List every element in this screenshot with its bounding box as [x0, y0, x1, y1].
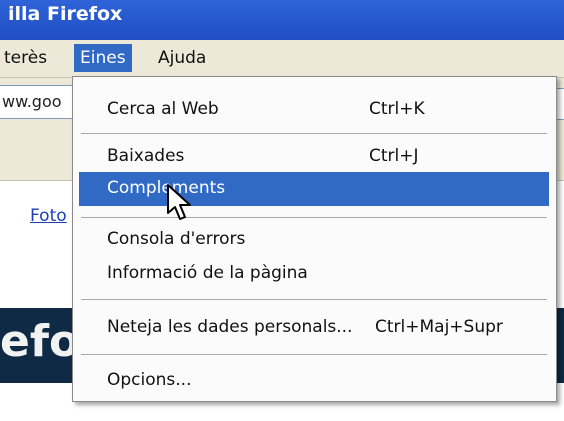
- menu-item-consola-errors[interactable]: Consola d'errors: [79, 223, 549, 257]
- menu-item-label: Consola d'errors: [107, 229, 246, 249]
- menu-item-shortcut: Ctrl+J: [369, 146, 419, 166]
- menu-item-shortcut: Ctrl+K: [369, 99, 425, 119]
- menu-separator: [81, 354, 547, 355]
- menu-separator: [81, 133, 547, 134]
- foto-link[interactable]: Foto: [30, 206, 67, 226]
- menu-item-complements[interactable]: Complements: [79, 172, 549, 206]
- menu-item-label: Informació de la pàgina: [107, 263, 308, 283]
- menu-bar: terès Eines Ajuda: [0, 40, 564, 78]
- menu-item-cerca-al-web[interactable]: Cerca al Web Ctrl+K: [79, 93, 549, 127]
- menu-eines[interactable]: Eines: [74, 44, 132, 72]
- window-title: illa Firefox: [8, 3, 123, 25]
- menu-item-shortcut: Ctrl+Maj+Supr: [375, 317, 503, 337]
- window-titlebar: illa Firefox: [0, 0, 564, 40]
- address-bar[interactable]: ww.goo: [0, 85, 81, 119]
- address-text: ww.goo: [2, 92, 62, 111]
- menu-separator: [81, 217, 547, 218]
- menu-item-label: Cerca al Web: [107, 99, 219, 119]
- menu-item-label: Baixades: [107, 146, 185, 166]
- menu-item-neteja-dades[interactable]: Neteja les dades personals... Ctrl+Maj+S…: [79, 311, 549, 345]
- menu-item-label: Neteja les dades personals...: [107, 317, 353, 337]
- search-box[interactable]: [556, 88, 564, 120]
- menu-separator: [81, 299, 547, 300]
- menu-item-label: Opcions...: [107, 370, 192, 390]
- eines-dropdown-menu: Cerca al Web Ctrl+K Baixades Ctrl+J Comp…: [72, 76, 557, 402]
- menu-interes[interactable]: terès: [0, 44, 53, 72]
- menu-ajuda[interactable]: Ajuda: [152, 44, 212, 72]
- menu-item-opcions[interactable]: Opcions...: [79, 364, 549, 398]
- mouse-pointer-icon: [167, 184, 191, 220]
- menu-item-baixades[interactable]: Baixades Ctrl+J: [79, 140, 549, 174]
- menu-item-informacio-pagina[interactable]: Informació de la pàgina: [79, 257, 549, 291]
